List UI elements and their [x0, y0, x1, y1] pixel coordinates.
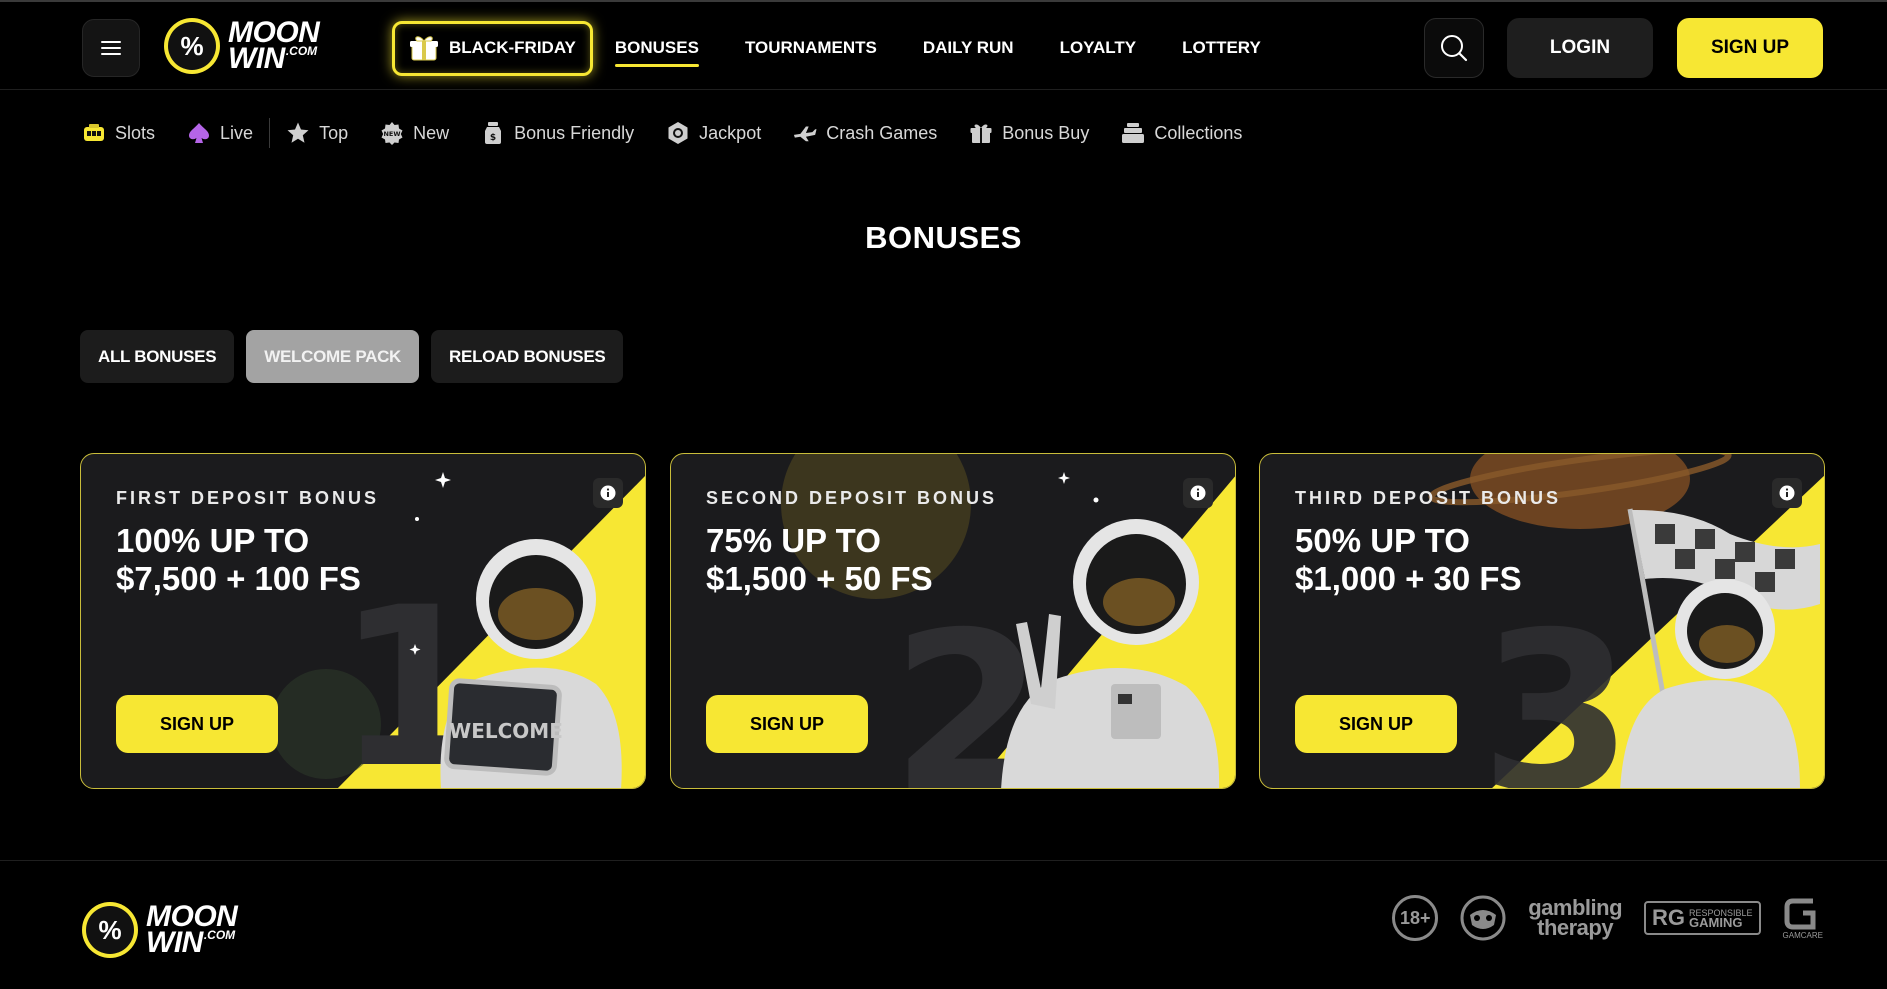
svg-text:WELCOME: WELCOME [449, 719, 563, 743]
bonus-card-second-deposit: 2 SECOND DEPOSIT BONUS 75% UP TO $1,500 … [670, 453, 1236, 789]
nav-bonuses[interactable]: BONUSES [614, 19, 700, 77]
nav-lottery[interactable]: LOTTERY [1182, 19, 1261, 77]
logo-badge-icon: % [82, 902, 138, 958]
card-eyebrow: FIRST DEPOSIT BONUS [116, 488, 380, 508]
site-header: % MOON WIN.COM BLACK-FRIDAY BONUSES TOUR… [0, 0, 1887, 90]
category-divider [269, 118, 271, 148]
filter-all-bonuses[interactable]: ALL BONUSES [80, 330, 235, 383]
money-jar-icon: $ [481, 121, 505, 145]
filter-reload-bonuses[interactable]: RELOAD BONUSES [431, 330, 624, 383]
card-bonus-amount: 75% UP TO $1,500 + 50 FS [706, 522, 933, 597]
login-button[interactable]: LOGIN [1507, 18, 1653, 78]
card-signup-button[interactable]: SIGN UP [116, 695, 278, 753]
search-button[interactable] [1424, 18, 1484, 78]
plane-icon [793, 121, 817, 145]
stack-icon [1121, 121, 1145, 145]
logo-wordmark: MOON WIN.COM [146, 900, 238, 959]
footer-divider [0, 860, 1887, 861]
nav-tournaments[interactable]: TOURNAMENTS [745, 19, 877, 77]
search-icon [1441, 35, 1468, 62]
info-icon [1779, 485, 1795, 501]
card-bonus-amount: 50% UP TO $1,000 + 30 FS [1295, 522, 1522, 597]
category-collections[interactable]: Collections [1121, 110, 1242, 156]
svg-text:3: 3 [1480, 585, 1633, 789]
info-button[interactable] [1772, 478, 1802, 508]
card-eyebrow: SECOND DEPOSIT BONUS [706, 488, 998, 508]
category-label: Top [319, 122, 349, 143]
category-label: Jackpot [699, 122, 762, 143]
hamburger-menu-button[interactable] [82, 19, 140, 77]
category-jackpot[interactable]: Jackpot [666, 110, 761, 156]
category-top[interactable]: Top [286, 110, 348, 156]
card-signup-button[interactable]: SIGN UP [1295, 695, 1457, 753]
filter-welcome-pack[interactable]: WELCOME PACK [246, 330, 420, 383]
footer-logo[interactable]: % MOON WIN.COM [82, 900, 238, 959]
category-new[interactable]: NEW New [380, 110, 449, 156]
star-icon [286, 121, 310, 145]
gift-icon [969, 121, 993, 145]
category-bonus-friendly[interactable]: $ Bonus Friendly [481, 110, 634, 156]
svg-text:NEW: NEW [384, 130, 401, 138]
category-label: New [413, 122, 450, 143]
category-slots[interactable]: Slots [82, 110, 155, 156]
gambling-therapy-badge[interactable]: gambling therapy [1528, 897, 1622, 939]
nav-daily-run[interactable]: DAILY RUN [923, 19, 1014, 77]
age-restriction-badge[interactable]: 18+ [1392, 895, 1439, 941]
bonus-filter-tabs: ALL BONUSES WELCOME PACK RELOAD BONUSES [80, 330, 624, 383]
category-live[interactable]: Live [187, 110, 253, 156]
category-label: Crash Games [826, 122, 938, 143]
slot-machine-icon [82, 121, 106, 145]
info-icon [600, 485, 616, 501]
jackpot-icon [666, 121, 690, 145]
help-mask-icon [1460, 895, 1506, 941]
logo-badge-icon: % [164, 18, 220, 74]
category-label: Bonus Buy [1002, 122, 1090, 143]
site-logo[interactable]: % MOON WIN.COM [164, 16, 320, 75]
gambling-help-badge[interactable] [1460, 895, 1506, 941]
category-label: Bonus Friendly [514, 122, 635, 143]
black-friday-button[interactable]: BLACK-FRIDAY [392, 20, 593, 76]
category-crash-games[interactable]: Crash Games [793, 110, 937, 156]
bonus-card-third-deposit: 3 THIRD DEPOSIT BONUS 50% UP TO $1,000 +… [1259, 453, 1825, 789]
page-title: BONUSES [865, 220, 1022, 255]
nav-loyalty[interactable]: LOYALTY [1060, 19, 1137, 77]
card-signup-button[interactable]: SIGN UP [706, 695, 868, 753]
spade-icon [187, 121, 211, 145]
info-button[interactable] [593, 478, 623, 508]
gamcare-logo-icon [1784, 898, 1816, 929]
svg-text:$: $ [490, 133, 496, 143]
category-bonus-buy[interactable]: Bonus Buy [969, 110, 1089, 156]
category-label: Live [220, 122, 254, 143]
new-badge-icon: NEW [380, 121, 404, 145]
hamburger-icon [101, 41, 121, 55]
black-friday-label: BLACK-FRIDAY [449, 38, 576, 57]
info-button[interactable] [1183, 478, 1213, 508]
gift-icon [410, 36, 438, 61]
main-nav: BLACK-FRIDAY BONUSES TOURNAMENTS DAILY R… [392, 19, 1307, 77]
bonus-card-first-deposit: 1 WELCOME FIRST DEPOSIT BONUS 100% UP TO… [80, 453, 646, 789]
card-bonus-amount: 100% UP TO $7,500 + 100 FS [116, 522, 361, 597]
gamcare-badge[interactable]: GAMCARE [1783, 897, 1823, 940]
game-categories: Slots Live Top NEW New $ Bonus Friendly … [82, 110, 1274, 156]
responsible-gaming-badge[interactable]: RG RESPONSIBLE GAMING [1644, 901, 1761, 935]
card-eyebrow: THIRD DEPOSIT BONUS [1295, 488, 1562, 508]
logo-wordmark: MOON WIN.COM [228, 16, 320, 75]
info-icon [1190, 485, 1206, 501]
category-label: Collections [1154, 122, 1243, 143]
header-signup-button[interactable]: SIGN UP [1677, 18, 1823, 78]
category-label: Slots [115, 122, 156, 143]
responsible-gaming-badges: 18+ gambling therapy RG RESPONSIBLE GAMING… [1392, 895, 1823, 941]
